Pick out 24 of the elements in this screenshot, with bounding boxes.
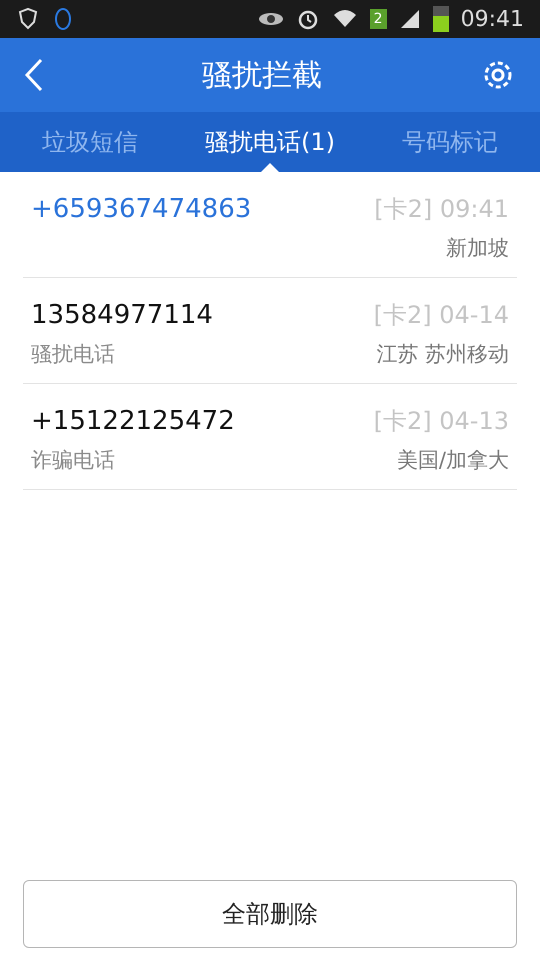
clock: 09:41 [460,6,524,34]
eye-icon [258,11,284,27]
call-location: 新加坡 [446,235,509,262]
call-time: [卡2] 09:41 [374,194,509,224]
call-time: [卡2] 04-13 [374,406,509,436]
tab[interactable]: 骚扰电话(1) [180,112,360,172]
call-row[interactable]: +659367474863 [卡2] 09:41 新加坡 [23,172,517,278]
call-time: [卡2] 04-14 [374,300,509,330]
phone-number: +659367474863 [31,194,252,224]
call-tag: 诈骗电话 [31,446,115,474]
delete-all-button[interactable]: 全部删除 [23,880,517,948]
sim-badge: 2 [370,9,387,29]
call-row[interactable]: +15122125472 [卡2] 04-13 诈骗电话 美国/加拿大 [23,384,517,490]
call-row[interactable]: 13584977114 [卡2] 04-14 骚扰电话 江苏 苏州移动 [23,278,517,384]
shield-icon [16,7,40,31]
page-title: 骚扰拦截 [201,56,323,94]
signal-icon [398,8,421,30]
phone-number: +15122125472 [31,406,235,436]
call-location: 江苏 苏州移动 [376,341,509,368]
call-tag: 骚扰电话 [31,340,115,368]
battery-icon [432,6,449,32]
phone-number: 13584977114 [31,300,213,330]
back-icon[interactable] [24,58,44,92]
call-location: 美国/加拿大 [396,447,509,474]
